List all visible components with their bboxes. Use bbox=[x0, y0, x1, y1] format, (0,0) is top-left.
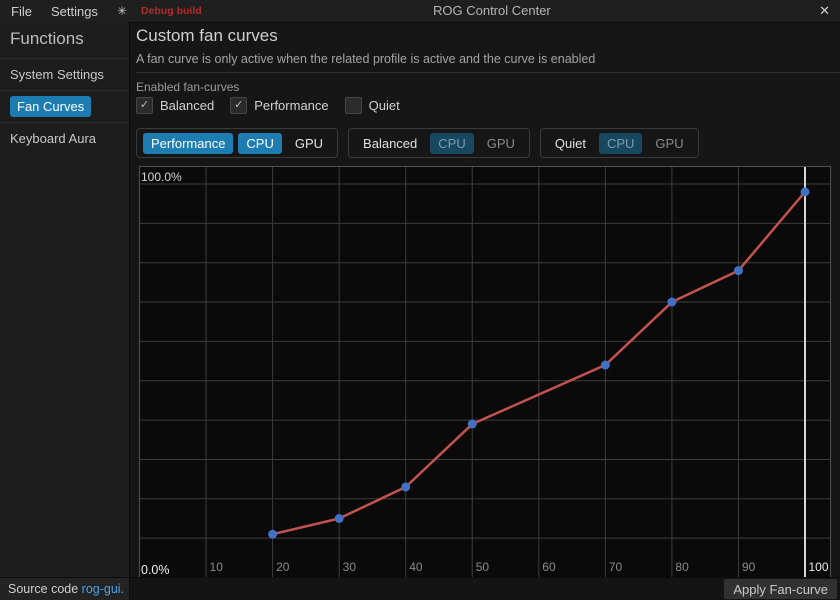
sidebar: Functions System Settings Fan Curves Keybo… bbox=[0, 22, 130, 578]
profile-group-performance: PerformanceCPU GPU bbox=[136, 128, 338, 158]
x-tick-label: 10 bbox=[210, 560, 224, 574]
tab-balanced-gpu[interactable]: GPU bbox=[479, 133, 523, 154]
fan-curve-toggle-balanced[interactable]: ✓ Balanced bbox=[136, 97, 214, 114]
profile-button-quiet[interactable]: Quiet bbox=[547, 133, 594, 154]
source-code-area: Source code rog-gui. bbox=[0, 578, 130, 600]
menu-item-settings[interactable]: Settings bbox=[51, 4, 98, 19]
debug-build-label: Debug build bbox=[141, 5, 202, 17]
fan-curve-toggle-quiet[interactable]: Quiet bbox=[345, 97, 400, 114]
fan-curve-toggle-performance[interactable]: ✓ Performance bbox=[230, 97, 328, 114]
checkbox-label: Performance bbox=[254, 98, 328, 113]
enabled-fan-curves-label: Enabled fan-curves bbox=[136, 80, 239, 94]
enabled-checkbox-row: ✓ Balanced ✓ Performance Quiet bbox=[136, 97, 416, 114]
footer: Source code rog-gui. Apply Fan-curve bbox=[0, 577, 840, 600]
fan-curve-point[interactable] bbox=[601, 361, 610, 370]
sidebar-item-fan-curves[interactable]: Fan Curves bbox=[0, 90, 129, 122]
fan-curve-point[interactable] bbox=[801, 187, 810, 196]
window-title: ROG Control Center bbox=[433, 0, 551, 22]
profile-button-balanced[interactable]: Balanced bbox=[355, 133, 425, 154]
y-min-label: 0.0% bbox=[141, 563, 170, 577]
checkbox-checked-icon[interactable]: ✓ bbox=[230, 97, 247, 114]
tab-performance-gpu[interactable]: GPU bbox=[287, 133, 331, 154]
header-divider bbox=[136, 72, 840, 73]
checkbox-checked-icon[interactable]: ✓ bbox=[136, 97, 153, 114]
fan-curve-point[interactable] bbox=[335, 514, 344, 523]
x-tick-label: 70 bbox=[609, 560, 623, 574]
x-tick-label: 90 bbox=[742, 560, 756, 574]
fan-curve-chart: 10 20 30 40 50 60 70 80 90 100 100.0% 0.0% bbox=[139, 166, 831, 578]
x-tick-label: 30 bbox=[343, 560, 357, 574]
fan-curve-point[interactable] bbox=[667, 298, 676, 307]
sidebar-items: System Settings Fan Curves Keyboard Aura bbox=[0, 58, 129, 154]
tab-quiet-gpu[interactable]: GPU bbox=[647, 133, 691, 154]
profile-group-balanced: BalancedCPU GPU bbox=[348, 128, 530, 158]
y-max-label: 100.0% bbox=[141, 170, 182, 184]
x-tick-label: 100 bbox=[809, 560, 829, 574]
page-subtitle: A fan curve is only active when the rela… bbox=[136, 52, 595, 66]
fan-curve-point[interactable] bbox=[468, 420, 477, 429]
menu-bar: File Settings ✳ Debug build bbox=[11, 0, 202, 22]
page-title: Custom fan curves bbox=[136, 26, 278, 46]
x-tick-label: 20 bbox=[276, 560, 290, 574]
checkbox-label: Balanced bbox=[160, 98, 214, 113]
sidebar-item-system-settings[interactable]: System Settings bbox=[0, 58, 129, 90]
fan-curve-point[interactable] bbox=[268, 530, 277, 539]
rog-control-center-window: File Settings ✳ Debug build ROG Control Cen… bbox=[0, 0, 840, 600]
titlebar: File Settings ✳ Debug build ROG Control Cen… bbox=[0, 0, 840, 23]
fan-curve-plot: 10 20 30 40 50 60 70 80 90 100 100.0% 0.0% bbox=[139, 166, 831, 578]
x-tick-label: 40 bbox=[409, 560, 423, 574]
profile-tab-groups: PerformanceCPUGPUBalancedCPUGPUQuietCPUG… bbox=[136, 128, 709, 158]
plot-border bbox=[140, 167, 831, 578]
close-icon[interactable]: ✕ bbox=[819, 0, 830, 22]
source-code-link[interactable]: rog-gui. bbox=[82, 582, 124, 596]
sidebar-item-label: Fan Curves bbox=[10, 96, 91, 117]
profile-button-performance[interactable]: Performance bbox=[143, 133, 233, 154]
x-tick-label: 60 bbox=[542, 560, 556, 574]
tab-performance-cpu[interactable]: CPU bbox=[238, 133, 281, 154]
x-tick-label: 50 bbox=[476, 560, 490, 574]
tab-balanced-cpu[interactable]: CPU bbox=[430, 133, 473, 154]
apply-fan-curve-button[interactable]: Apply Fan-curve bbox=[724, 579, 837, 599]
profile-group-quiet: QuietCPUGPU bbox=[540, 128, 699, 158]
fan-curve-point[interactable] bbox=[734, 266, 743, 275]
x-tick-label: 80 bbox=[675, 560, 689, 574]
sidebar-heading: Functions bbox=[0, 22, 129, 58]
fan-curve-point[interactable] bbox=[401, 482, 410, 491]
checkbox-label: Quiet bbox=[369, 98, 400, 113]
source-code-label: Source code bbox=[8, 582, 78, 596]
theme-toggle-icon[interactable]: ✳ bbox=[117, 4, 127, 18]
checkbox-unchecked-icon[interactable] bbox=[345, 97, 362, 114]
tab-quiet-cpu[interactable]: CPU bbox=[599, 133, 642, 154]
sidebar-item-keyboard-aura[interactable]: Keyboard Aura bbox=[0, 122, 129, 154]
menu-item-file[interactable]: File bbox=[11, 4, 32, 19]
